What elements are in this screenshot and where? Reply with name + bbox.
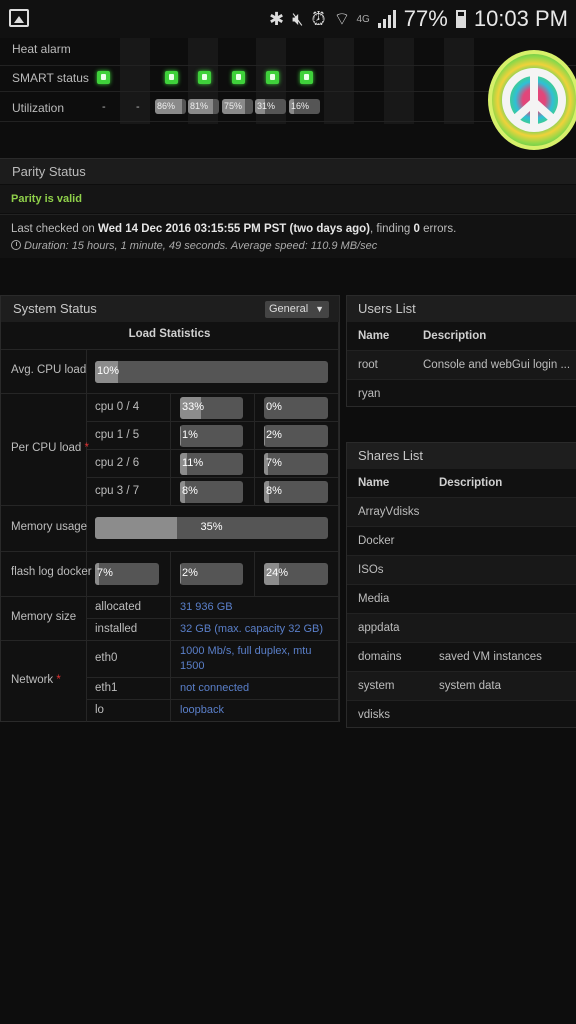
memory-usage-label-cell: Memory usage — [1, 506, 87, 552]
share-row[interactable]: domains saved VM instances — [347, 643, 576, 672]
share-row[interactable]: vdisks — [347, 701, 576, 730]
users-list-panel: Users List Name Description root Console… — [346, 295, 576, 407]
utilization-bar: 75% — [222, 99, 253, 114]
smart-status-label: SMART status — [12, 71, 89, 85]
share-row[interactable]: appdata — [347, 614, 576, 643]
cpu-load-b: 0% — [255, 394, 339, 422]
log-usage-cell: 2% — [171, 552, 255, 597]
smart-ok-icon[interactable] — [198, 71, 211, 84]
share-row[interactable]: ISOs — [347, 556, 576, 585]
mute-icon: 🔇︎ — [292, 8, 304, 29]
share-row[interactable]: ArrayVdisks — [347, 498, 576, 527]
cpu-row-label: cpu 3 / 7 — [87, 478, 171, 506]
lo-value-cell: loopback — [171, 700, 339, 722]
clock-time: 10:03 PM — [473, 6, 568, 31]
signal-icon — [377, 10, 396, 28]
parity-last-checked: Last checked on Wed 14 Dec 2016 03:15:55… — [11, 223, 457, 235]
allocated-value-cell: 31 936 GB — [171, 597, 339, 619]
clock-icon — [11, 240, 21, 250]
peace-sign-logo[interactable] — [488, 50, 576, 150]
eth0-value-cell: 1000 Mb/s, full duplex, mtu 1500 — [171, 641, 339, 678]
users-list-header: Users List — [347, 296, 576, 322]
avg-cpu-bar-cell: 10% — [87, 350, 339, 394]
cpu-row-label: cpu 0 / 4 — [87, 394, 171, 422]
shares-list-header: Shares List — [347, 443, 576, 469]
flash-log-docker-label-cell: flash log docker — [1, 552, 92, 597]
utilization-dash: - — [136, 101, 140, 113]
system-status-panel: System Status General ▼ Load Statistics A… — [0, 295, 340, 722]
share-row[interactable]: Media — [347, 585, 576, 614]
per-cpu-label: Per CPU load * — [11, 442, 89, 454]
cpu-load-b: 8% — [255, 478, 339, 506]
load-statistics-header: Load Statistics — [1, 322, 339, 350]
smart-ok-icon[interactable] — [165, 71, 178, 84]
avg-cpu-label-cell: Avg. CPU load — [1, 350, 87, 394]
utilization-bar: 81% — [188, 99, 219, 114]
eth1-value-cell: not connected — [171, 678, 339, 700]
flash-usage-cell: 7% — [87, 552, 171, 597]
cpu-load-a: 8% — [171, 478, 255, 506]
cpu-row-label: cpu 2 / 6 — [87, 450, 171, 478]
installed-value-cell: 32 GB (max. capacity 32 GB) — [171, 619, 339, 641]
memory-size-label-cell: Memory size — [1, 597, 87, 641]
view-select[interactable]: General ▼ — [265, 301, 329, 318]
cpu-load-a: 33% — [171, 394, 255, 422]
cpu-load-b: 7% — [255, 450, 339, 478]
smart-ok-icon[interactable] — [266, 71, 279, 84]
lo-label-cell: lo — [87, 700, 171, 722]
user-row[interactable]: ryan — [347, 380, 576, 409]
per-cpu-label-cell: Per CPU load * — [1, 394, 89, 506]
system-status-title: System Status — [13, 301, 97, 316]
system-status-header: System Status General ▼ — [1, 296, 339, 322]
smart-ok-icon[interactable] — [300, 71, 313, 84]
smart-ok-icon[interactable] — [97, 71, 110, 84]
utilization-bar: 31% — [255, 99, 286, 114]
parity-check-info: Last checked on Wed 14 Dec 2016 03:15:55… — [0, 214, 576, 258]
cpu-row-label: cpu 1 / 5 — [87, 422, 171, 450]
battery-percent: 77% — [403, 6, 448, 31]
installed-label-cell: installed — [87, 619, 171, 641]
shares-list-panel: Shares List Name Description ArrayVdisks… — [346, 442, 576, 728]
users-list-column-header: Name Description — [347, 322, 576, 351]
alarm-icon: ⏰︎ — [311, 8, 326, 29]
docker-usage-cell: 24% — [255, 552, 339, 597]
network-label: Network * — [11, 674, 61, 686]
cpu-load-a: 11% — [171, 450, 255, 478]
share-row[interactable]: system system data — [347, 672, 576, 701]
parity-status-header: Parity Status — [0, 158, 576, 184]
heat-alarm-row: Heat alarm — [0, 38, 576, 66]
share-row[interactable]: Docker — [347, 527, 576, 556]
eth1-label-cell: eth1 — [87, 678, 171, 700]
parity-status-title: Parity Status — [12, 164, 86, 179]
peace-symbol-icon — [502, 68, 566, 132]
utilization-bar: 86% — [155, 99, 186, 114]
utilization-dash: - — [102, 101, 106, 113]
utilization-bar: 16% — [289, 99, 320, 114]
eth0-label-cell: eth0 — [87, 641, 171, 678]
memory-usage-bar: 35% — [95, 517, 328, 539]
android-status-bar: ✱ 🔇︎ ⏰︎ ⌔ 4G 77% 10:03 PM — [0, 0, 576, 38]
gallery-icon — [9, 9, 29, 27]
parity-valid-row: Parity is valid — [0, 185, 576, 213]
battery-icon — [455, 10, 466, 28]
chevron-down-icon: ▼ — [315, 304, 324, 314]
parity-valid-text: Parity is valid — [11, 193, 82, 205]
user-row[interactable]: root Console and webGui login ... — [347, 351, 576, 380]
network-type-label: 4G — [356, 13, 370, 25]
heat-alarm-label: Heat alarm — [12, 42, 71, 56]
shares-list-column-header: Name Description — [347, 469, 576, 498]
smart-ok-icon[interactable] — [232, 71, 245, 84]
avg-cpu-bar: 10% — [95, 361, 328, 383]
cpu-load-a: 1% — [171, 422, 255, 450]
wifi-icon: ⌔ — [333, 8, 351, 29]
network-label-cell: Network * — [1, 641, 87, 722]
cpu-load-b: 2% — [255, 422, 339, 450]
parity-duration: Duration: 15 hours, 1 minute, 49 seconds… — [11, 240, 377, 252]
allocated-label-cell: allocated — [87, 597, 171, 619]
bluetooth-icon: ✱ — [269, 8, 285, 29]
memory-usage-bar-cell: 35% — [87, 506, 339, 552]
utilization-label: Utilization — [12, 101, 65, 115]
